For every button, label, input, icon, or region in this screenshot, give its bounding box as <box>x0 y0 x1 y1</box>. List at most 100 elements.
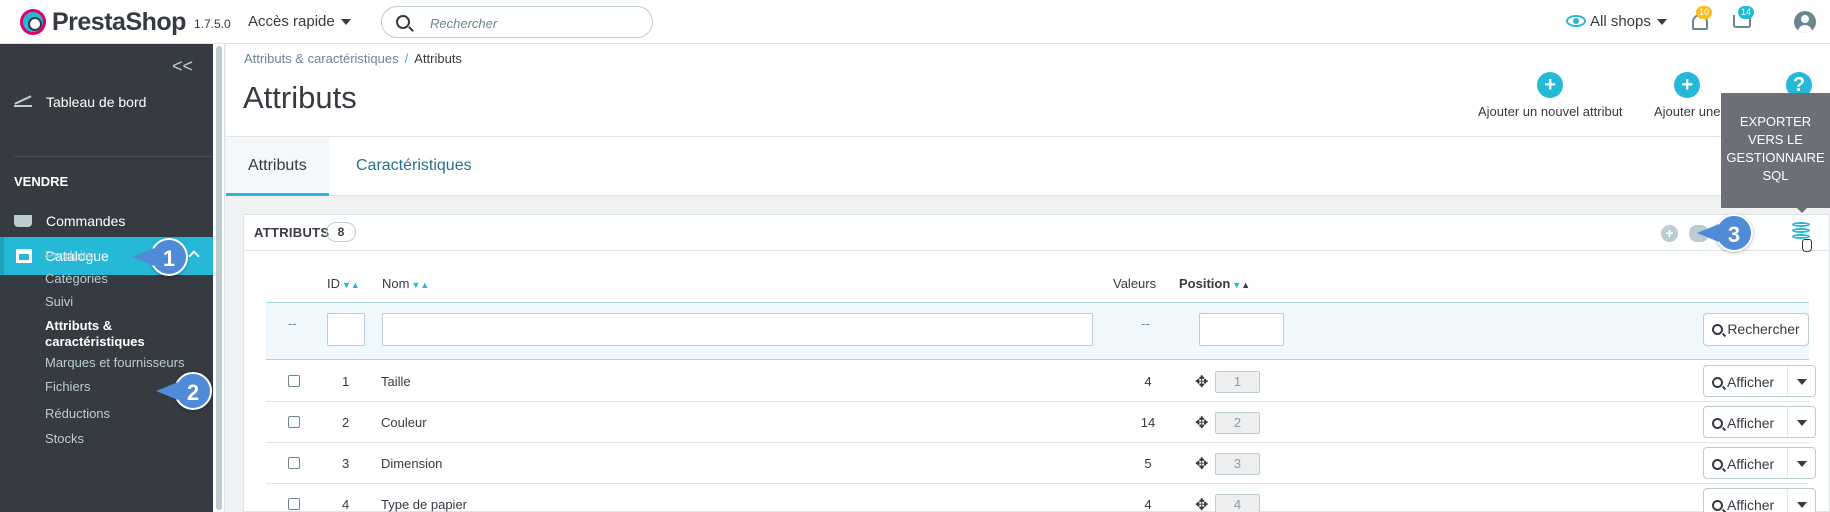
quick-access-menu[interactable]: Accès rapide <box>248 13 351 30</box>
add-new-icon[interactable]: + <box>1661 225 1678 242</box>
search-icon[interactable] <box>396 15 410 29</box>
row-checkbox[interactable] <box>288 416 300 428</box>
column-header-name[interactable]: Nom ▼▲ <box>382 276 429 291</box>
column-header-label: Nom <box>382 276 410 291</box>
add-value-button[interactable]: + Ajouter une <box>1654 72 1721 119</box>
row-name[interactable]: Couleur <box>381 415 427 430</box>
row-name[interactable]: Dimension <box>381 456 442 471</box>
row-values-count: 14 <box>1140 415 1156 430</box>
collapse-sidebar-icon[interactable]: << <box>172 56 193 77</box>
step-callout-1: 1 <box>132 238 188 276</box>
drag-handle-icon[interactable]: ✥ <box>1195 495 1208 512</box>
header-search[interactable] <box>381 6 653 38</box>
filter-row: -- -- Rechercher <box>266 302 1809 360</box>
view-button-label: Afficher <box>1712 497 1774 512</box>
row-checkbox[interactable] <box>288 457 300 469</box>
brand-name[interactable]: PrestaShop <box>52 8 186 37</box>
tab-attributes[interactable]: Attributs <box>226 137 329 196</box>
sort-icon[interactable]: ▼▲ <box>342 280 360 290</box>
row-actions-dropdown[interactable] <box>1787 366 1816 396</box>
zoom-icon <box>1712 500 1723 511</box>
view-label: Afficher <box>1727 497 1775 512</box>
sidebar: << Tableau de bord VENDRE Commandes Cata… <box>0 44 213 512</box>
row-view-button[interactable]: Afficher <box>1703 406 1816 438</box>
step-callout-3: 3 <box>1697 214 1753 252</box>
sidebar-subitem-discounts[interactable]: Réductions <box>45 406 110 421</box>
view-button-label: Afficher <box>1712 374 1774 390</box>
notification-badge: 10 <box>1696 6 1713 19</box>
sidebar-subitem-stocks[interactable]: Stocks <box>45 431 84 446</box>
shop-selector-label: All shops <box>1590 13 1651 30</box>
drag-handle-icon[interactable]: ✥ <box>1195 454 1208 474</box>
panel-heading: ATTRIBUTS 8 + <box>244 215 1830 252</box>
view-label: Afficher <box>1727 456 1775 472</box>
prestashop-logo-icon[interactable] <box>20 9 46 35</box>
active-indicator <box>0 237 4 275</box>
sort-icon[interactable]: ▼▲ <box>411 280 429 290</box>
tab-features[interactable]: Caractéristiques <box>334 137 494 196</box>
breadcrumb: Attributs & caractéristiques / Attributs <box>244 51 462 66</box>
basket-icon <box>14 215 32 227</box>
row-id: 4 <box>342 497 350 512</box>
trending-up-icon <box>14 97 32 107</box>
sidebar-item-label: Commandes <box>46 213 126 229</box>
filter-id-input[interactable] <box>327 313 365 346</box>
column-header-id[interactable]: ID ▼▲ <box>327 276 360 291</box>
filter-position-input[interactable] <box>1199 313 1284 346</box>
row-values-count: 5 <box>1144 456 1152 471</box>
sidebar-subitem-attributes[interactable]: Attributs & caractéristiques <box>45 318 155 350</box>
view-label: Afficher <box>1727 374 1775 390</box>
drag-handle-icon[interactable]: ✥ <box>1195 413 1208 433</box>
filter-placeholder: -- <box>288 316 297 331</box>
sort-icon[interactable]: ▼▲ <box>1232 280 1250 290</box>
row-view-button[interactable]: Afficher <box>1703 447 1816 479</box>
table-row: 4 Type de papier 4 ✥ 4 Afficher <box>266 484 1816 512</box>
store-icon <box>16 249 32 263</box>
row-actions-dropdown[interactable] <box>1787 489 1816 512</box>
hand-cursor-icon <box>1802 239 1812 252</box>
attributes-panel: ATTRIBUTS 8 + ID ▼▲ Nom ▼▲ Valeurs Positio… <box>243 214 1830 512</box>
add-circle-icon: + <box>1674 72 1701 98</box>
sidebar-item-orders[interactable]: Commandes <box>14 213 125 229</box>
row-checkbox[interactable] <box>288 375 300 387</box>
sidebar-subitem-categories[interactable]: Catégories <box>45 271 108 286</box>
filter-name-input[interactable] <box>382 313 1093 346</box>
search-button-label: Rechercher <box>1727 321 1800 337</box>
row-view-button[interactable]: Afficher <box>1703 488 1816 512</box>
user-avatar-icon[interactable] <box>1794 11 1816 33</box>
breadcrumb-parent[interactable]: Attributs & caractéristiques <box>244 51 399 66</box>
sidebar-scrollbar[interactable] <box>213 44 225 512</box>
zoom-icon <box>1712 377 1723 388</box>
row-view-button[interactable]: Afficher <box>1703 365 1816 397</box>
row-id: 2 <box>342 415 350 430</box>
table-row: 3 Dimension 5 ✥ 3 Afficher <box>266 443 1816 484</box>
tab-bar: Attributs Caractéristiques <box>226 136 1830 196</box>
search-input[interactable] <box>430 13 640 33</box>
row-actions-dropdown[interactable] <box>1787 448 1816 478</box>
row-name[interactable]: Taille <box>381 374 411 389</box>
row-position: 1 <box>1215 371 1260 393</box>
view-button-label: Afficher <box>1712 415 1774 431</box>
column-header-position[interactable]: Position ▼▲ <box>1179 276 1250 291</box>
panel-count-badge: 8 <box>326 222 356 242</box>
page-title: Attributs <box>243 80 357 115</box>
row-name[interactable]: Type de papier <box>381 497 467 512</box>
sidebar-divider <box>14 156 213 157</box>
sidebar-subitem-brands[interactable]: Marques et fournisseurs <box>45 355 184 370</box>
row-checkbox[interactable] <box>288 498 300 510</box>
zoom-icon <box>1712 459 1723 470</box>
scrollbar-thumb[interactable] <box>216 46 222 510</box>
caret-down-icon <box>340 19 351 26</box>
table-row: 1 Taille 4 ✥ 1 Afficher <box>266 361 1816 402</box>
table-row: 2 Couleur 14 ✥ 2 Afficher <box>266 402 1816 443</box>
sidebar-subitem-products[interactable]: Produits <box>45 248 93 263</box>
sidebar-item-dashboard[interactable]: Tableau de bord <box>14 94 146 110</box>
shop-selector[interactable]: All shops <box>1566 13 1667 30</box>
add-attribute-button[interactable]: + Ajouter un nouvel attribut <box>1478 72 1623 119</box>
sidebar-subitem-files[interactable]: Fichiers <box>45 379 91 394</box>
sidebar-subitem-tracking[interactable]: Suivi <box>45 294 73 309</box>
drag-handle-icon[interactable]: ✥ <box>1195 372 1208 392</box>
row-actions-dropdown[interactable] <box>1787 407 1816 437</box>
search-icon <box>1712 324 1724 335</box>
filter-search-button[interactable]: Rechercher <box>1703 313 1809 346</box>
